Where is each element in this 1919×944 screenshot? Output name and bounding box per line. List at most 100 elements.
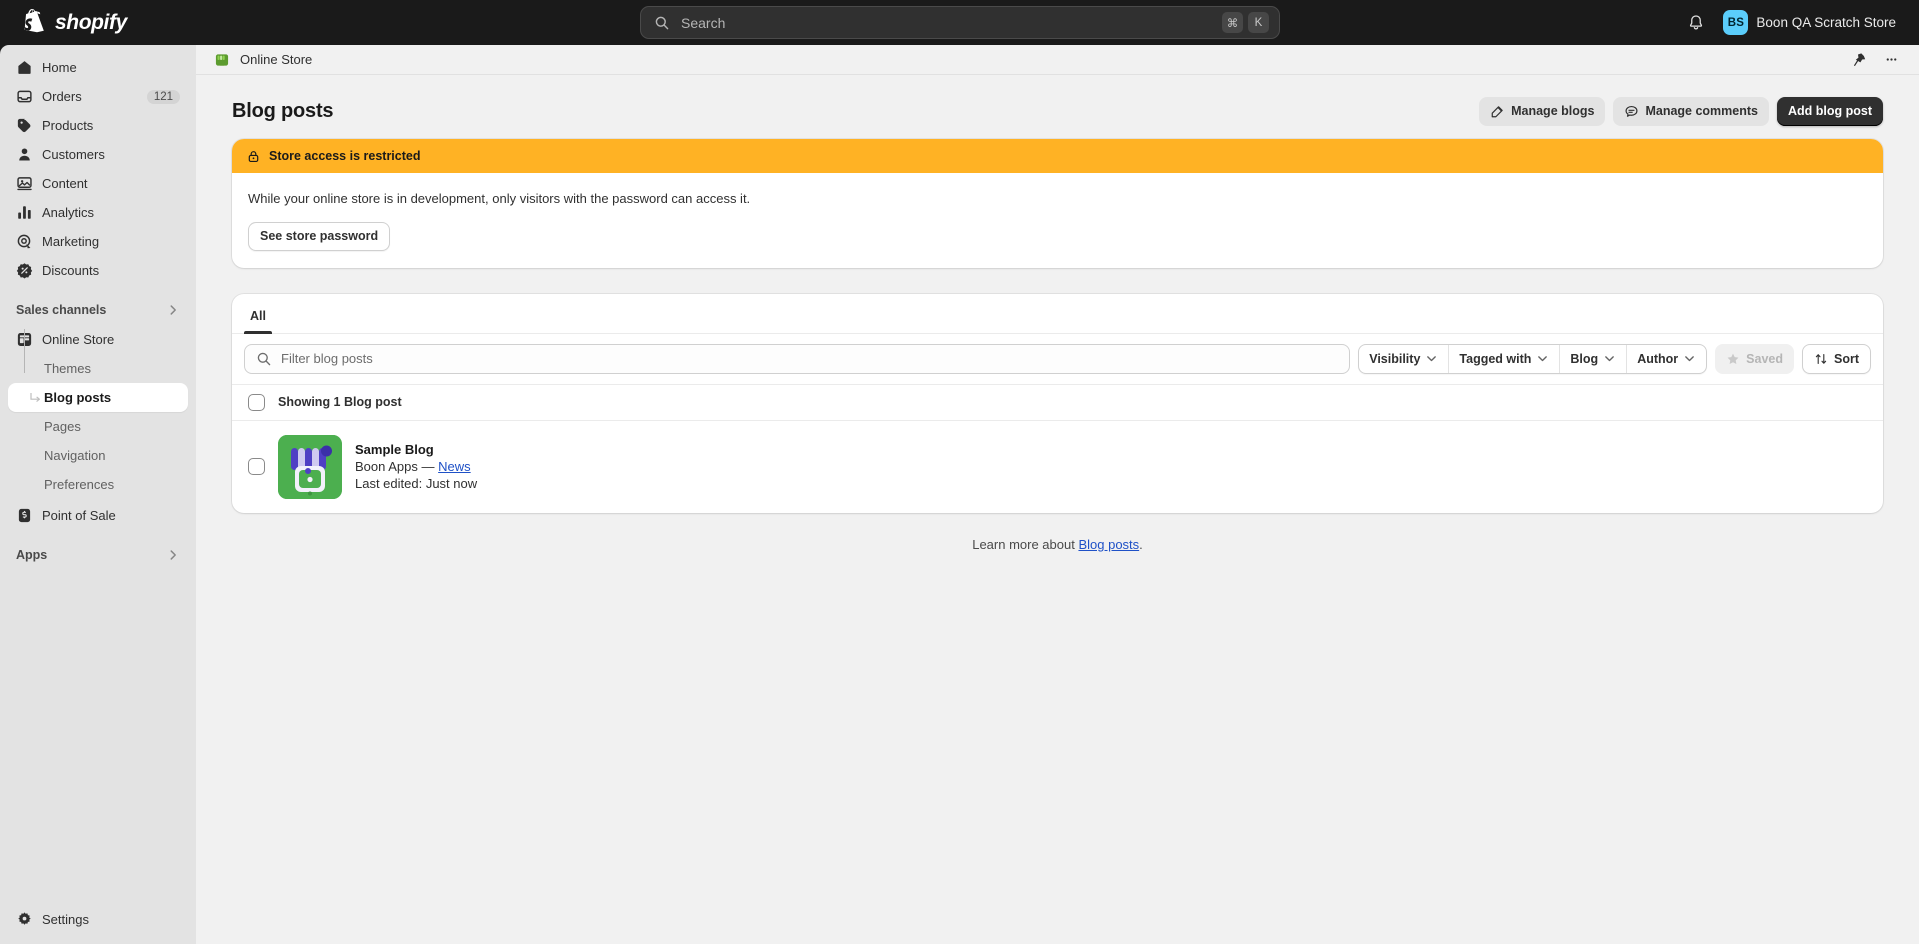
row-checkbox[interactable] bbox=[248, 458, 265, 475]
banner-title: Store access is restricted bbox=[269, 149, 421, 163]
saved-filters-button[interactable]: Saved bbox=[1715, 343, 1794, 374]
breadcrumb-label[interactable]: Online Store bbox=[240, 52, 312, 67]
products-icon bbox=[17, 118, 31, 133]
filter-label: Blog bbox=[1570, 351, 1599, 366]
sidebar-section-apps[interactable]: Apps bbox=[8, 542, 188, 568]
filter-blog-posts-field[interactable] bbox=[244, 343, 1351, 374]
select-all-checkbox[interactable] bbox=[248, 393, 265, 411]
sidebar-item-label: Analytics bbox=[42, 205, 95, 220]
bell-icon bbox=[1690, 14, 1703, 29]
button-label: Add blog post bbox=[1787, 104, 1872, 118]
table-row[interactable]: Sample Blog Boon Apps — News Last edited… bbox=[232, 421, 1883, 513]
blog-posts-help-link[interactable]: Blog posts bbox=[1078, 537, 1139, 552]
sidebar-item-discounts[interactable]: Discounts bbox=[8, 256, 188, 285]
sidebar-item-online-store[interactable]: Online Store bbox=[8, 325, 188, 354]
shopify-logo[interactable]: shopify bbox=[22, 9, 127, 36]
sidebar-item-navigation[interactable]: Navigation bbox=[8, 441, 188, 470]
comment-icon bbox=[1625, 105, 1638, 117]
breadcrumb-actions bbox=[1845, 46, 1905, 74]
button-label: See store password bbox=[260, 229, 379, 243]
sidebar-item-label: Point of Sale bbox=[42, 508, 116, 523]
button-label: Manage blogs bbox=[1511, 104, 1595, 118]
shortcut-k-key: K bbox=[1248, 12, 1269, 33]
banner-body: While your online store is in developmen… bbox=[232, 173, 1883, 268]
sidebar-item-point-of-sale[interactable]: Point of Sale bbox=[8, 501, 188, 530]
sidebar-item-label: Products bbox=[42, 118, 94, 133]
sidebar-item-pages[interactable]: Pages bbox=[8, 412, 188, 441]
shortcut-cmd-key: ⌘ bbox=[1222, 12, 1243, 33]
analytics-icon bbox=[18, 206, 31, 219]
storefront-thumb-icon bbox=[278, 434, 342, 499]
blog-post-author-line: Boon Apps — News bbox=[355, 459, 477, 474]
filter-author[interactable]: Author bbox=[1627, 345, 1706, 373]
more-options-button[interactable] bbox=[1877, 46, 1905, 74]
sidebar-item-label: Discounts bbox=[42, 263, 100, 278]
chevron-right-icon bbox=[170, 305, 176, 315]
sidebar-subitem-label: Preferences bbox=[44, 477, 115, 492]
filter-bar: Visibility Tagged with Blog bbox=[232, 334, 1883, 385]
pin-button[interactable] bbox=[1845, 46, 1873, 74]
filter-dropdown-group: Visibility Tagged with Blog Author bbox=[1358, 343, 1708, 374]
add-blog-post-button[interactable]: Add blog post bbox=[1776, 96, 1883, 126]
chevron-down-icon bbox=[1685, 356, 1695, 362]
blog-name-link[interactable]: News bbox=[438, 459, 471, 474]
orders-icon bbox=[17, 90, 32, 103]
sidebar-item-blog-posts[interactable]: Blog posts bbox=[8, 383, 188, 412]
shopify-wordmark: shopify bbox=[55, 10, 127, 34]
sidebar-item-orders[interactable]: Orders 121 bbox=[8, 82, 188, 111]
row-info: Sample Blog Boon Apps — News Last edited… bbox=[355, 442, 477, 491]
sidebar-section-sales-channels[interactable]: Sales channels bbox=[8, 297, 188, 323]
learn-more-prefix: Learn more about bbox=[972, 536, 1079, 552]
sidebar-item-content[interactable]: Content bbox=[8, 169, 188, 198]
button-label: Saved bbox=[1746, 351, 1783, 366]
tab-label: All bbox=[250, 309, 266, 323]
sidebar-item-themes[interactable]: Themes bbox=[8, 354, 188, 383]
sidebar-item-marketing[interactable]: Marketing bbox=[8, 227, 188, 256]
global-search[interactable]: Search ⌘ K bbox=[640, 6, 1280, 39]
list-header: Showing 1 Blog post bbox=[232, 385, 1883, 421]
sidebar-item-analytics[interactable]: Analytics bbox=[8, 198, 188, 227]
customers-icon bbox=[19, 148, 30, 161]
sidebar-subitem-label: Navigation bbox=[44, 448, 106, 463]
banner-header: Store access is restricted bbox=[232, 139, 1883, 173]
sidebar-item-products[interactable]: Products bbox=[8, 111, 188, 140]
sidebar-item-preferences[interactable]: Preferences bbox=[8, 470, 188, 499]
store-access-banner: Store access is restricted While your on… bbox=[232, 139, 1883, 268]
shopify-bag-icon bbox=[24, 9, 44, 33]
manage-comments-button[interactable]: Manage comments bbox=[1613, 96, 1769, 126]
page-title: Blog posts bbox=[232, 99, 334, 122]
sidebar-section-label: Sales channels bbox=[16, 303, 107, 317]
filter-label: Visibility bbox=[1369, 351, 1421, 366]
filter-tagged-with[interactable]: Tagged with bbox=[1449, 344, 1561, 373]
edit-icon bbox=[1491, 105, 1503, 117]
see-store-password-button[interactable]: See store password bbox=[248, 221, 391, 251]
store-account-button[interactable]: BS Boon QA Scratch Store bbox=[1718, 7, 1905, 39]
sort-button[interactable]: Sort bbox=[1802, 343, 1871, 374]
tree-arrow-icon bbox=[30, 392, 40, 402]
chevron-down-icon bbox=[1427, 356, 1437, 362]
blog-post-thumbnail bbox=[278, 434, 342, 499]
sidebar-subitem-label: Pages bbox=[44, 419, 81, 434]
sidebar-item-home[interactable]: Home bbox=[8, 53, 188, 82]
notifications-button[interactable] bbox=[1680, 7, 1712, 39]
filter-input[interactable] bbox=[281, 351, 1339, 366]
sidebar-item-label: Settings bbox=[42, 912, 89, 927]
content-icon bbox=[17, 177, 32, 191]
filter-blog[interactable]: Blog bbox=[1560, 344, 1628, 373]
author-name: Boon Apps bbox=[355, 459, 418, 474]
tab-all[interactable]: All bbox=[240, 300, 276, 334]
page-container: Blog posts Manage blogs Manage comments … bbox=[196, 75, 1919, 552]
sidebar-item-settings[interactable]: Settings bbox=[8, 905, 188, 934]
lock-icon bbox=[248, 150, 259, 162]
sidebar-item-label: Content bbox=[42, 176, 88, 191]
pos-icon bbox=[18, 508, 31, 523]
filter-visibility[interactable]: Visibility bbox=[1359, 344, 1450, 373]
topbar-actions: BS Boon QA Scratch Store bbox=[1680, 0, 1905, 45]
banner-text: While your online store is in developmen… bbox=[248, 191, 751, 206]
avatar: BS bbox=[1723, 10, 1749, 35]
search-icon bbox=[655, 16, 669, 29]
manage-blogs-button[interactable]: Manage blogs bbox=[1479, 96, 1606, 126]
page-header: Blog posts Manage blogs Manage comments … bbox=[232, 75, 1883, 135]
sidebar-item-customers[interactable]: Customers bbox=[8, 140, 188, 169]
separator-dash: — bbox=[421, 459, 435, 474]
